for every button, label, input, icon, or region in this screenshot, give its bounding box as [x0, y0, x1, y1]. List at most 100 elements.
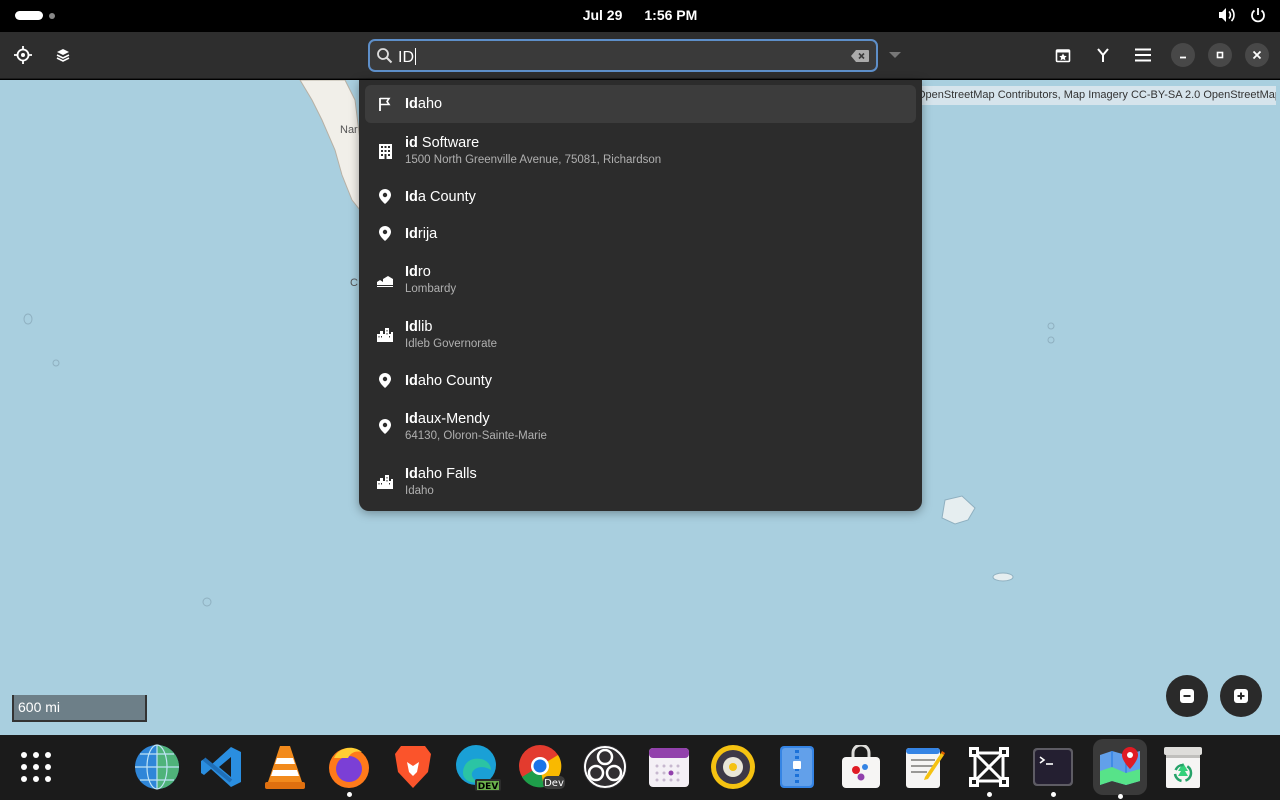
obs-icon	[583, 745, 627, 789]
map-place-label: C	[350, 277, 358, 289]
speaker-icon	[711, 745, 755, 789]
result-subtitle: Idaho	[405, 485, 434, 497]
result-title: Idaho	[405, 96, 443, 112]
close-button[interactable]	[1245, 43, 1269, 67]
star-box-icon	[1055, 49, 1071, 63]
clear-icon[interactable]	[850, 49, 870, 63]
result-title: Idaho County	[405, 372, 493, 389]
route-icon	[1097, 48, 1109, 62]
workspace-indicator-active	[15, 11, 43, 20]
pin-icon	[377, 373, 393, 389]
svg-text:DEV: DEV	[478, 782, 499, 791]
plus-icon	[1234, 689, 1248, 703]
dock-app-grid[interactable]	[12, 743, 60, 791]
dock-brave[interactable]	[389, 743, 437, 791]
app-grid-icon	[21, 752, 51, 782]
route-button[interactable]	[1088, 40, 1118, 70]
edge-dev-icon: DEV	[456, 745, 501, 791]
activities-button[interactable]	[15, 11, 55, 20]
close-icon	[1252, 50, 1262, 60]
maximize-icon	[1216, 51, 1224, 59]
brave-lion-icon	[395, 746, 431, 788]
zoom-in-button[interactable]	[1220, 675, 1262, 717]
dock-vscode[interactable]	[197, 743, 245, 791]
dock-file-roller[interactable]	[773, 743, 821, 791]
dock-obs[interactable]	[581, 743, 629, 791]
vlc-cone-icon	[265, 746, 305, 789]
dock-globe-browser[interactable]	[133, 743, 181, 791]
search-icon	[377, 48, 393, 64]
city-icon	[377, 327, 393, 343]
result-item-ida-county[interactable]: Ida County	[365, 178, 916, 215]
archive-icon	[780, 746, 814, 788]
result-title: Idro	[405, 264, 431, 280]
dock-boxes[interactable]	[965, 743, 1013, 797]
dock-text-editor[interactable]	[901, 743, 949, 791]
running-indicator	[1117, 794, 1123, 799]
result-title: Idrija	[405, 225, 438, 242]
clock[interactable]: Jul 29 1:56 PM	[0, 7, 1280, 23]
power-icon[interactable]	[1250, 7, 1266, 28]
building-icon	[377, 143, 393, 159]
dock-software[interactable]	[837, 743, 885, 791]
system-tray[interactable]	[1218, 7, 1266, 28]
crosshair-icon	[14, 46, 32, 64]
minimize-icon	[1180, 56, 1186, 59]
city-icon	[377, 474, 393, 490]
locate-me-button[interactable]	[8, 40, 38, 70]
text-editor-icon	[906, 748, 945, 788]
clock-time[interactable]: 1:56 PM	[644, 7, 697, 23]
dock-calendar[interactable]	[645, 743, 693, 791]
result-title: Idaho Falls	[405, 466, 477, 482]
result-item-id-software[interactable]: id Software 1500 North Greenville Avenue…	[365, 123, 916, 178]
result-item-idro[interactable]: Idro Lombardy	[365, 252, 916, 307]
dock-edge-dev[interactable]: DEV	[453, 743, 501, 791]
pin-icon	[377, 419, 393, 435]
pin-icon	[377, 226, 393, 242]
maximize-button[interactable]	[1208, 43, 1232, 67]
result-title: id Software	[405, 135, 480, 151]
trash-icon	[1164, 747, 1202, 788]
running-indicator	[1050, 792, 1056, 797]
zoom-out-button[interactable]	[1166, 675, 1208, 717]
workspace-indicator	[49, 12, 55, 19]
search-results-popover: Idaho id Software 1500 North Greenville …	[359, 80, 922, 511]
dock-chrome-dev[interactable]: Dev	[517, 743, 565, 791]
dock-maps[interactable]	[1093, 739, 1147, 799]
firefox-icon	[329, 747, 369, 788]
running-indicator	[346, 792, 352, 797]
dock-trash[interactable]	[1159, 743, 1207, 791]
dock-terminal[interactable]	[1029, 743, 1077, 797]
svg-text:Dev: Dev	[544, 778, 564, 789]
main-menu-button[interactable]	[1128, 40, 1158, 70]
flag-icon	[377, 96, 393, 112]
vscode-icon	[201, 747, 241, 787]
layers-icon	[56, 49, 70, 62]
search-input[interactable]: ID	[368, 39, 878, 72]
dock-vlc[interactable]	[261, 743, 309, 791]
terminal-icon	[1033, 748, 1073, 786]
map-attribution[interactable]: OpenStreetMap Contributors, Map Imagery …	[914, 86, 1276, 105]
clock-date[interactable]: Jul 29	[583, 7, 623, 23]
town-icon	[377, 272, 393, 288]
result-item-idaux-mendy[interactable]: Idaux-Mendy 64130, Oloron-Sainte-Marie	[365, 399, 916, 454]
calendar-icon	[649, 748, 689, 787]
minimize-button[interactable]	[1171, 43, 1195, 67]
result-item-idaho[interactable]: Idaho	[365, 85, 916, 123]
search-dropdown-arrow-icon[interactable]	[889, 52, 901, 58]
result-item-idrija[interactable]: Idrija	[365, 215, 916, 252]
result-item-idaho-county[interactable]: Idaho County	[365, 362, 916, 399]
top-bar: Jul 29 1:56 PM	[0, 0, 1280, 32]
result-item-idlib[interactable]: Idlib Idleb Governorate	[365, 307, 916, 362]
pin-icon	[377, 189, 393, 205]
dock-rhythmbox[interactable]	[709, 743, 757, 791]
volume-icon[interactable]	[1218, 7, 1236, 28]
result-item-idaho-falls[interactable]: Idaho Falls Idaho	[365, 454, 916, 509]
result-subtitle: Lombardy	[405, 283, 457, 295]
dock-firefox[interactable]	[325, 743, 373, 797]
globe-icon	[135, 744, 179, 790]
layers-button[interactable]	[48, 40, 78, 70]
favorites-button[interactable]	[1048, 40, 1078, 70]
map-scale: 600 mi	[12, 695, 147, 722]
result-subtitle: Idleb Governorate	[405, 338, 498, 350]
